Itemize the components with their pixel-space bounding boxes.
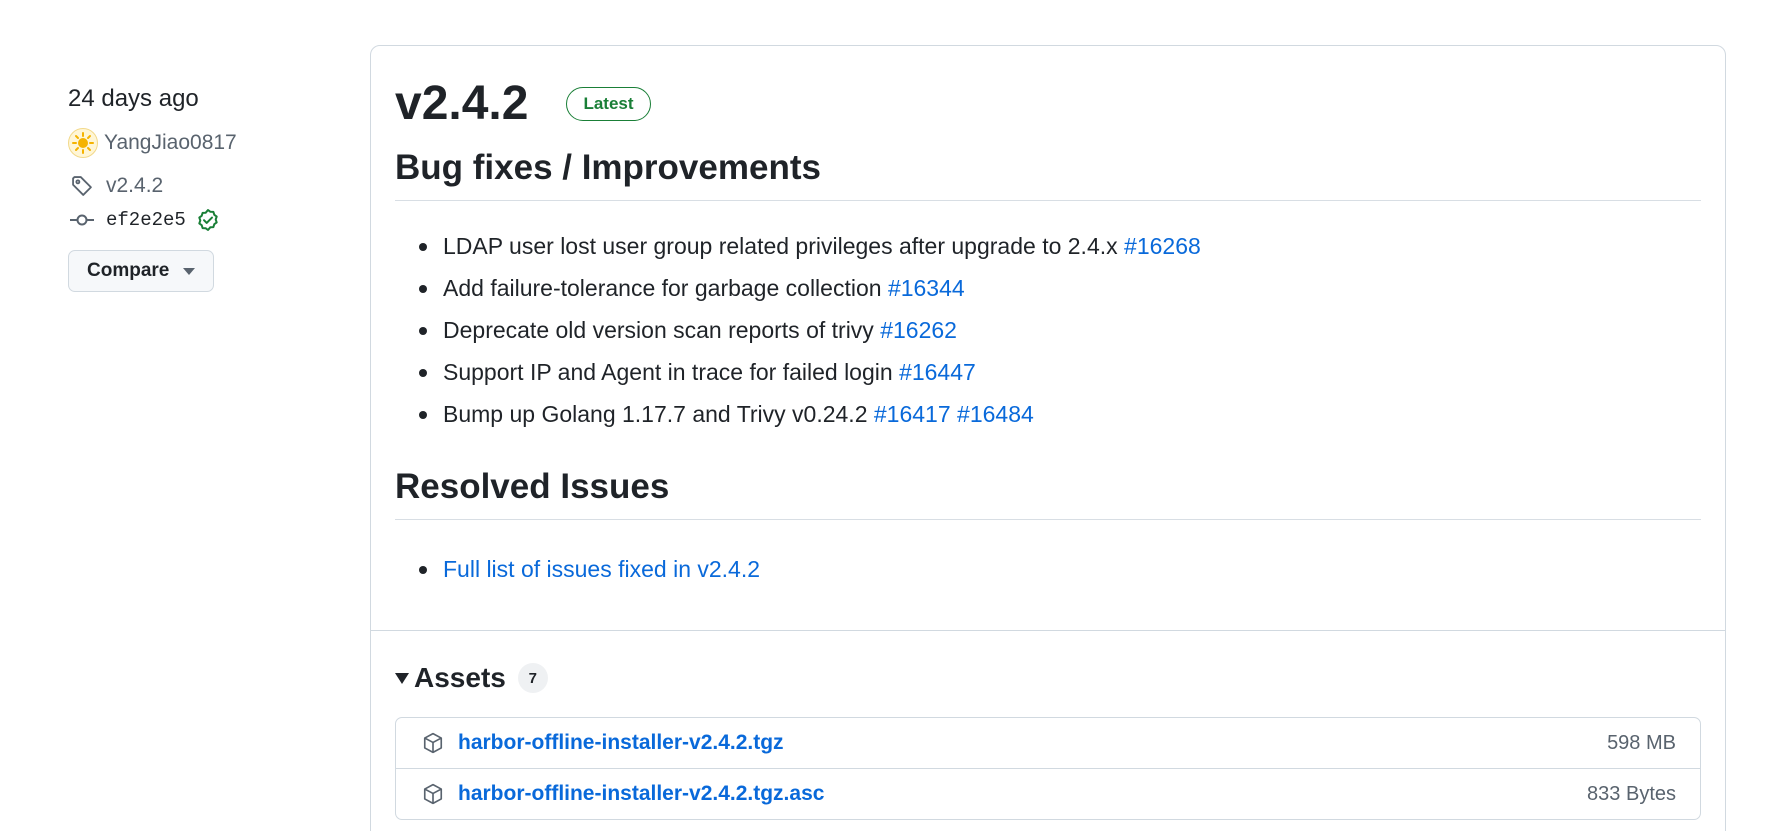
release-title[interactable]: v2.4.2 [395, 74, 528, 134]
triangle-down-icon [183, 267, 196, 275]
section-heading-bug-fixes: Bug fixes / Improvements [395, 146, 1701, 201]
asset-download-link[interactable]: harbor-offline-installer-v2.4.2.tgz [458, 731, 1607, 755]
resolved-issues-list: Full list of issues fixed in v2.4.2 [395, 548, 1701, 590]
assets-count-badge: 7 [517, 663, 548, 693]
issue-link[interactable]: #16447 [899, 359, 976, 385]
assets-title: Assets [414, 662, 506, 693]
list-item: Deprecate old version scan reports of tr… [419, 309, 1701, 351]
asset-row: harbor-offline-installer-v2.4.2.tgz.asc … [396, 768, 1700, 819]
assets-toggle[interactable]: Assets 7 [395, 661, 1701, 695]
author-name[interactable]: YangJiao0817 [104, 129, 237, 157]
issue-link[interactable]: #16484 [957, 401, 1034, 427]
issue-link[interactable]: #16417 [874, 401, 951, 427]
asset-size: 598 MB [1607, 731, 1676, 754]
asset-download-link[interactable]: harbor-offline-installer-v2.4.2.tgz.asc [458, 782, 1587, 806]
list-item: LDAP user lost user group related privil… [419, 225, 1701, 267]
issue-link[interactable]: #16268 [1124, 233, 1201, 259]
commit-row[interactable]: ef2e2e5 [68, 206, 328, 234]
sun-avatar-icon[interactable] [68, 128, 98, 158]
release-header: v2.4.2 Latest [395, 74, 1701, 134]
list-item: Bump up Golang 1.17.7 and Trivy v0.24.2 … [419, 393, 1701, 435]
assets-section: Assets 7 harbor-offline-installer-v2.4.2… [371, 631, 1725, 820]
package-icon [420, 730, 446, 756]
full-issue-list-link[interactable]: Full list of issues fixed in v2.4.2 [443, 556, 760, 582]
verified-check-icon[interactable] [196, 208, 220, 232]
release-page: 24 days ago YangJiao0817 v2.4.2 ef2e2e5 … [0, 0, 1781, 831]
note-text: Deprecate old version scan reports of tr… [443, 317, 874, 343]
author-row[interactable]: YangJiao0817 [68, 128, 328, 158]
section-heading-resolved-issues: Resolved Issues [395, 465, 1701, 520]
note-text: Add failure-tolerance for garbage collec… [443, 275, 882, 301]
release-meta: 24 days ago YangJiao0817 v2.4.2 ef2e2e5 … [68, 84, 328, 292]
release-card: v2.4.2 Latest Bug fixes / Improvements L… [370, 45, 1726, 831]
issue-link[interactable]: #16262 [880, 317, 957, 343]
bug-fixes-list: LDAP user lost user group related privil… [395, 225, 1701, 435]
asset-row: harbor-offline-installer-v2.4.2.tgz 598 … [396, 718, 1700, 768]
note-text: Bump up Golang 1.17.7 and Trivy v0.24.2 [443, 401, 868, 427]
list-item: Full list of issues fixed in v2.4.2 [419, 548, 1701, 590]
release-date: 24 days ago [68, 85, 199, 112]
triangle-down-icon [395, 672, 409, 684]
tag-icon [68, 172, 96, 200]
asset-list: harbor-offline-installer-v2.4.2.tgz 598 … [395, 717, 1701, 820]
tag-name[interactable]: v2.4.2 [106, 172, 163, 200]
issue-link[interactable]: #16344 [888, 275, 965, 301]
tag-row[interactable]: v2.4.2 [68, 172, 328, 200]
asset-size: 833 Bytes [1587, 782, 1676, 805]
compare-label: Compare [87, 260, 170, 281]
latest-badge: Latest [566, 87, 651, 121]
git-commit-icon [68, 206, 96, 234]
note-text: LDAP user lost user group related privil… [443, 233, 1118, 259]
list-item: Add failure-tolerance for garbage collec… [419, 267, 1701, 309]
release-notes: v2.4.2 Latest Bug fixes / Improvements L… [371, 46, 1725, 590]
list-item: Support IP and Agent in trace for failed… [419, 351, 1701, 393]
package-icon [420, 781, 446, 807]
note-text: Support IP and Agent in trace for failed… [443, 359, 893, 385]
commit-sha[interactable]: ef2e2e5 [106, 206, 186, 234]
compare-button[interactable]: Compare [68, 250, 215, 292]
